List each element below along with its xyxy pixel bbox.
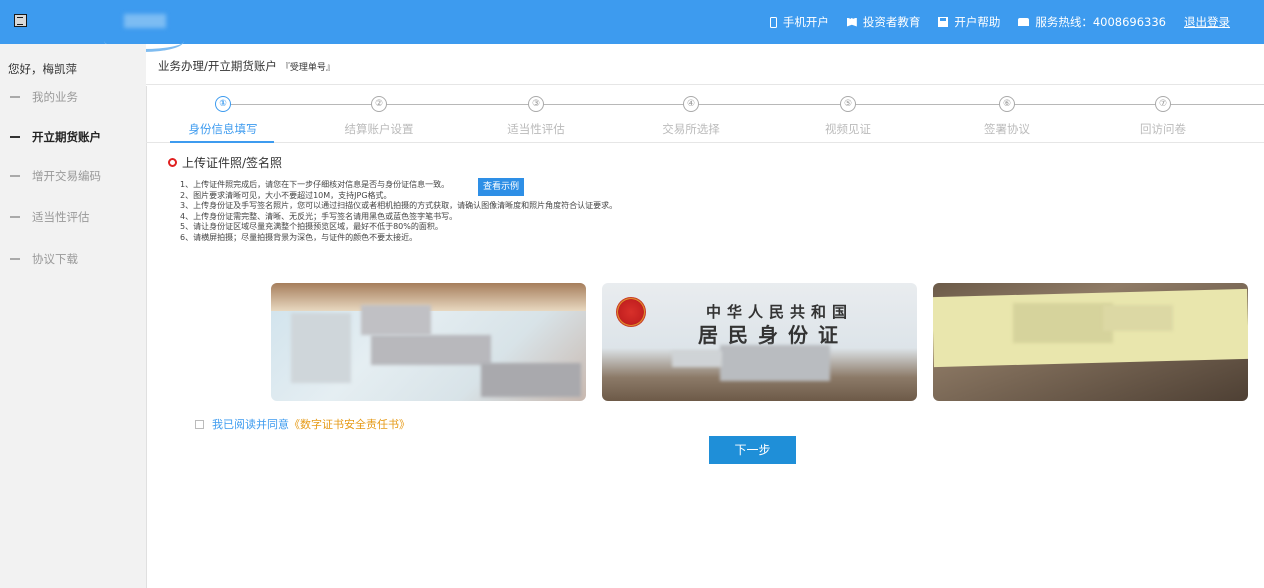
signature-photo-upload[interactable] bbox=[933, 283, 1248, 401]
top-nav-label: 服务热线：4008696336 bbox=[1035, 15, 1166, 29]
note-item: 5、请让身份证区域尽量充满整个拍摄预览区域，最好不低于80%的面积。 bbox=[180, 222, 443, 232]
greeting: 您好，梅凯萍 bbox=[8, 62, 77, 76]
sidebar-item-open-futures-account[interactable]: 开立期货账户 bbox=[10, 129, 101, 145]
agreement-link[interactable]: 《数字证书安全责任书》 bbox=[289, 416, 410, 432]
sidebar-item-agreement-download[interactable]: 协议下载 bbox=[10, 251, 78, 267]
top-nav: 手机开户 投资者教育 开户帮助 服务热线：4008696336 退出登录 bbox=[752, 0, 1230, 44]
blurred-region bbox=[672, 351, 722, 367]
agreement-prefix: 我已阅读并同意 bbox=[212, 418, 289, 431]
step-7-label: 回访问卷 bbox=[1140, 122, 1186, 136]
national-emblem-icon bbox=[616, 297, 646, 327]
active-step-underline bbox=[170, 141, 274, 143]
sidebar-item-label: 适当性评估 bbox=[32, 210, 90, 224]
step-2-label: 结算账户设置 bbox=[344, 122, 414, 136]
sidebar: 您好，梅凯萍 我的业务 开立期货账户 增开交易编码 适当性评估 协议下载 bbox=[0, 44, 146, 588]
blurred-region bbox=[720, 345, 830, 381]
agreement-checkbox[interactable] bbox=[195, 419, 204, 429]
next-step-button[interactable]: 下一步 bbox=[709, 436, 796, 464]
top-nav-hotline: 服务热线：4008696336 bbox=[1018, 14, 1166, 30]
blurred-region bbox=[1103, 305, 1173, 331]
window-icon bbox=[14, 14, 27, 27]
breadcrumb-path: 业务办理/开立期货账户 bbox=[158, 59, 277, 73]
note-item: 4、上传身份证需完整、清晰、无反光；手写签名请用黑色或蓝色签字笔书写。 bbox=[180, 211, 458, 221]
top-nav-label: 投资者教育 bbox=[862, 15, 921, 29]
blurred-region bbox=[361, 305, 431, 335]
logout-link[interactable]: 退出登录 bbox=[1184, 14, 1230, 30]
book-icon bbox=[846, 17, 857, 27]
sidebar-item-label: 我的业务 bbox=[32, 90, 78, 104]
step-4-label: 交易所选择 bbox=[662, 122, 720, 136]
blurred-region bbox=[481, 363, 581, 397]
sidebar-item-label: 协议下载 bbox=[32, 252, 78, 266]
step-6-circle: ⑥ bbox=[999, 96, 1015, 112]
telephone-icon bbox=[1018, 18, 1030, 26]
blurred-region bbox=[371, 335, 491, 365]
top-nav-account-help[interactable]: 开户帮助 bbox=[938, 14, 1000, 30]
agreement-row: 我已阅读并同意 《数字证书安全责任书》 bbox=[195, 416, 410, 432]
top-bar: 手机开户 投资者教育 开户帮助 服务热线：4008696336 退出登录 bbox=[0, 0, 1264, 52]
dash-icon bbox=[10, 175, 20, 177]
step-3-label: 适当性评估 bbox=[507, 122, 565, 136]
step-2-circle: ② bbox=[371, 96, 387, 112]
breadcrumb: 业务办理/开立期货账户 『受理单号』 bbox=[158, 58, 335, 74]
dash-icon bbox=[10, 258, 20, 260]
top-nav-label: 手机开户 bbox=[782, 15, 829, 29]
sidebar-item-label: 开立期货账户 bbox=[32, 130, 101, 144]
logo bbox=[124, 14, 166, 28]
phone-icon bbox=[769, 16, 777, 28]
note-item: 1、上传证件照完成后，请您在下一步仔细核对信息是否与身份证信息一致。 bbox=[180, 180, 450, 189]
step-7-circle: ⑦ bbox=[1155, 96, 1171, 112]
step-1-label: 身份信息填写 bbox=[188, 122, 258, 136]
save-icon bbox=[938, 17, 949, 27]
dash-icon bbox=[10, 216, 20, 218]
step-4-circle: ④ bbox=[683, 96, 699, 112]
divider bbox=[146, 142, 1264, 143]
breadcrumb-sub: 『受理单号』 bbox=[280, 63, 335, 73]
top-nav-investor-education[interactable]: 投资者教育 bbox=[846, 14, 921, 30]
note-item: 2、图片要求清晰可见，大小不要超过10M，支持JPG格式。 bbox=[180, 190, 392, 200]
section-title-text: 上传证件照/签名照 bbox=[182, 156, 283, 170]
dash-icon bbox=[10, 136, 20, 138]
step-3-circle: ③ bbox=[528, 96, 544, 112]
step-5-circle: ⑤ bbox=[840, 96, 856, 112]
step-6-label: 签署协议 bbox=[984, 122, 1030, 136]
id-back-photo-upload[interactable]: 中华人民共和国 居民身份证 bbox=[602, 283, 917, 401]
view-example-button[interactable]: 查看示例 bbox=[478, 178, 524, 196]
blurred-region bbox=[291, 313, 351, 383]
id-back-title-2: 居民身份证 bbox=[698, 323, 848, 347]
sidebar-item-add-trading-code[interactable]: 增开交易编码 bbox=[10, 168, 101, 184]
required-dot-icon bbox=[168, 158, 177, 167]
sidebar-item-suitability-assessment[interactable]: 适当性评估 bbox=[10, 209, 90, 225]
note-item: 3、上传身份证及手写签名照片，您可以通过扫描仪或者相机拍摄的方式获取，请确认图像… bbox=[180, 201, 618, 211]
id-front-photo-upload[interactable] bbox=[271, 283, 586, 401]
dash-icon bbox=[10, 96, 20, 98]
note-item: 6、请横屏拍摄；尽量拍摄背景为深色，与证件的颜色不要太接近。 bbox=[180, 232, 418, 242]
section-title: 上传证件照/签名照 bbox=[168, 154, 282, 171]
top-nav-label: 开户帮助 bbox=[954, 15, 1001, 29]
sidebar-item-label: 增开交易编码 bbox=[32, 169, 101, 183]
top-nav-mobile-account[interactable]: 手机开户 bbox=[769, 14, 829, 30]
step-5-label: 视频见证 bbox=[825, 122, 871, 136]
upload-notes: 1、上传证件照完成后，请您在下一步仔细核对信息是否与身份证信息一致。 2、图片要… bbox=[180, 180, 617, 244]
divider bbox=[146, 84, 1264, 85]
step-1-circle: ① bbox=[215, 96, 231, 112]
blurred-region bbox=[1013, 303, 1113, 343]
sidebar-item-my-business[interactable]: 我的业务 bbox=[10, 89, 78, 105]
